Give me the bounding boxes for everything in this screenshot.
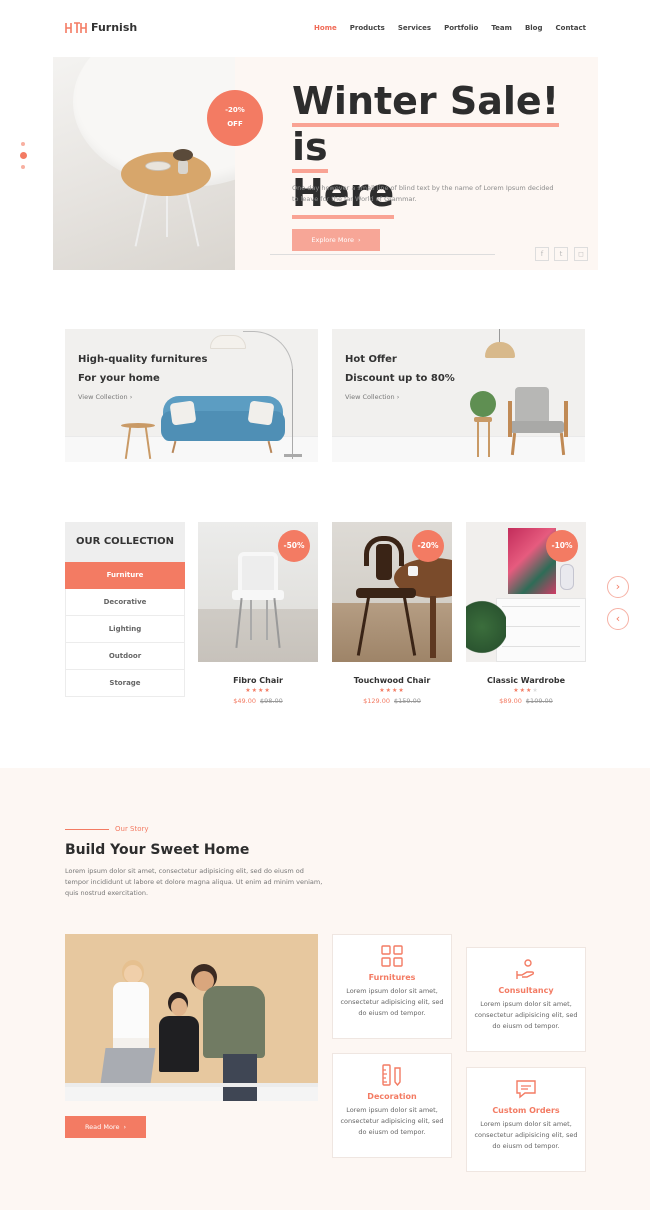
discount-badge: -50% bbox=[278, 530, 310, 562]
read-more-label: Read More bbox=[84, 1123, 120, 1131]
chevron-right-icon: › bbox=[123, 1123, 127, 1131]
price-current: $49.00 bbox=[233, 697, 256, 705]
feature-title: Decoration bbox=[367, 1092, 417, 1101]
nav-products[interactable]: Products bbox=[350, 24, 385, 32]
price-old: $98.00 bbox=[260, 697, 283, 705]
slider-dots bbox=[20, 142, 27, 169]
promo-card-hot-offer[interactable]: Hot Offer Discount up to 80% View Collec… bbox=[332, 329, 585, 462]
product-name[interactable]: Fibro Chair bbox=[198, 676, 318, 685]
hero-description: One day however a small line of blind te… bbox=[292, 184, 554, 203]
price-current: $129.00 bbox=[363, 697, 390, 705]
team-photo bbox=[65, 934, 318, 1101]
slider-dot[interactable] bbox=[21, 142, 25, 146]
discount-badge-off: OFF bbox=[227, 120, 243, 128]
feature-card-furnitures[interactable]: Furnitures Lorem ipsum dolor sit amet, c… bbox=[332, 934, 452, 1039]
explore-more-label: Explore More bbox=[311, 236, 354, 244]
slider-dot-active[interactable] bbox=[20, 152, 27, 159]
main-nav: Home Products Services Portfolio Team Bl… bbox=[314, 24, 586, 32]
page: Furnish Home Products Services Portfolio… bbox=[0, 0, 650, 1210]
twitter-icon[interactable]: t bbox=[554, 247, 568, 261]
chat-icon bbox=[516, 1080, 536, 1099]
kicker-line bbox=[65, 828, 109, 830]
product-price: $129.00 $159.00 bbox=[332, 697, 452, 705]
promo-title-line1: Hot Offer bbox=[345, 354, 397, 365]
product-name[interactable]: Touchwood Chair bbox=[332, 676, 452, 685]
chevron-right-icon: › bbox=[357, 236, 361, 244]
nav-blog[interactable]: Blog bbox=[525, 24, 543, 32]
category-storage[interactable]: Storage bbox=[65, 670, 185, 697]
discount-badge-percent: -20% bbox=[225, 106, 245, 114]
nav-services[interactable]: Services bbox=[398, 24, 431, 32]
story-kicker: Our Story bbox=[65, 825, 149, 833]
story-description: Lorem ipsum dolor sit amet, consectetur … bbox=[65, 867, 323, 897]
read-more-button[interactable]: Read More › bbox=[65, 1116, 146, 1138]
collection-heading: OUR COLLECTION bbox=[65, 522, 185, 562]
feature-text: Lorem ipsum dolor sit amet, consectetur … bbox=[340, 987, 444, 1017]
hero-divider bbox=[270, 254, 495, 255]
category-decorative[interactable]: Decorative bbox=[65, 589, 185, 616]
star-rating: ★★★★ bbox=[513, 687, 539, 694]
brand-name: Furnish bbox=[91, 20, 138, 34]
category-furniture[interactable]: Furniture bbox=[65, 562, 185, 589]
story-title: Build Your Sweet Home bbox=[65, 842, 250, 858]
promo-card-quality[interactable]: High-quality furnitures For your home Vi… bbox=[65, 329, 318, 462]
product-image: -10% bbox=[466, 522, 586, 662]
promo-title-line2: Discount up to 80% bbox=[345, 373, 455, 384]
facebook-icon[interactable]: f bbox=[535, 247, 549, 261]
view-collection-link[interactable]: View Collection › bbox=[345, 393, 399, 401]
feature-text: Lorem ipsum dolor sit amet, consectetur … bbox=[474, 1000, 578, 1030]
promo-title: High-quality furnitures For your home bbox=[78, 350, 207, 388]
nav-contact[interactable]: Contact bbox=[556, 24, 587, 32]
product-card[interactable]: -20% Touchwood Chair ★★★★ $129.00 $159.00 bbox=[332, 522, 452, 705]
promo-title: Hot Offer Discount up to 80% bbox=[345, 350, 455, 388]
feature-title: Consultancy bbox=[498, 986, 554, 995]
product-image: -50% bbox=[198, 522, 318, 662]
slider-dot[interactable] bbox=[21, 165, 25, 169]
price-old: $159.00 bbox=[394, 697, 421, 705]
instagram-icon[interactable]: ◻ bbox=[574, 247, 588, 261]
discount-badge: -20% bbox=[412, 530, 444, 562]
discount-badge: -10% bbox=[546, 530, 578, 562]
story-kicker-label: Our Story bbox=[115, 825, 149, 833]
product-price: $49.00 $98.00 bbox=[198, 697, 318, 705]
explore-more-button[interactable]: Explore More › bbox=[292, 229, 380, 251]
product-price: $89.00 $109.00 bbox=[466, 697, 586, 705]
feature-card-consultancy[interactable]: Consultancy Lorem ipsum dolor sit amet, … bbox=[466, 947, 586, 1052]
logo-mark-icon bbox=[65, 22, 87, 33]
price-old: $109.00 bbox=[525, 697, 553, 705]
collection-sidebar: OUR COLLECTION Furniture Decorative Ligh… bbox=[65, 522, 185, 697]
hero-image bbox=[53, 57, 235, 270]
promo-title-line2: For your home bbox=[78, 373, 160, 384]
product-image: -20% bbox=[332, 522, 452, 662]
logo[interactable]: Furnish bbox=[65, 20, 137, 34]
grid-icon bbox=[381, 945, 403, 967]
ruler-pencil-icon bbox=[382, 1064, 401, 1086]
nav-home[interactable]: Home bbox=[314, 24, 337, 32]
next-arrow-button[interactable]: › bbox=[607, 576, 629, 598]
nav-portfolio[interactable]: Portfolio bbox=[444, 24, 478, 32]
star-rating: ★★★★ bbox=[245, 687, 271, 694]
feature-card-decoration[interactable]: Decoration Lorem ipsum dolor sit amet, c… bbox=[332, 1053, 452, 1158]
hand-icon bbox=[516, 959, 535, 979]
nav-team[interactable]: Team bbox=[491, 24, 512, 32]
product-card[interactable]: -10% Classic Wardrobe ★★★★ $89.00 $109.00 bbox=[466, 522, 586, 705]
view-collection-link[interactable]: View Collection › bbox=[78, 393, 132, 401]
promo-title-line1: High-quality furnitures bbox=[78, 354, 208, 365]
hero-title-line1: Winter Sale! is bbox=[292, 79, 560, 173]
feature-text: Lorem ipsum dolor sit amet, consectetur … bbox=[340, 1106, 444, 1136]
prev-arrow-button[interactable]: ‹ bbox=[607, 608, 629, 630]
category-lighting[interactable]: Lighting bbox=[65, 616, 185, 643]
feature-title: Furnitures bbox=[368, 973, 416, 982]
discount-badge: -20% OFF bbox=[207, 90, 263, 146]
feature-text: Lorem ipsum dolor sit amet, consectetur … bbox=[474, 1120, 578, 1150]
star-rating: ★★★★ bbox=[379, 687, 405, 694]
price-current: $89.00 bbox=[499, 697, 522, 705]
category-outdoor[interactable]: Outdoor bbox=[65, 643, 185, 670]
product-name[interactable]: Classic Wardrobe bbox=[466, 676, 586, 685]
feature-card-custom-orders[interactable]: Custom Orders Lorem ipsum dolor sit amet… bbox=[466, 1067, 586, 1172]
product-card[interactable]: -50% Fibro Chair ★★★★ $49.00 $98.00 bbox=[198, 522, 318, 705]
feature-title: Custom Orders bbox=[492, 1106, 560, 1115]
